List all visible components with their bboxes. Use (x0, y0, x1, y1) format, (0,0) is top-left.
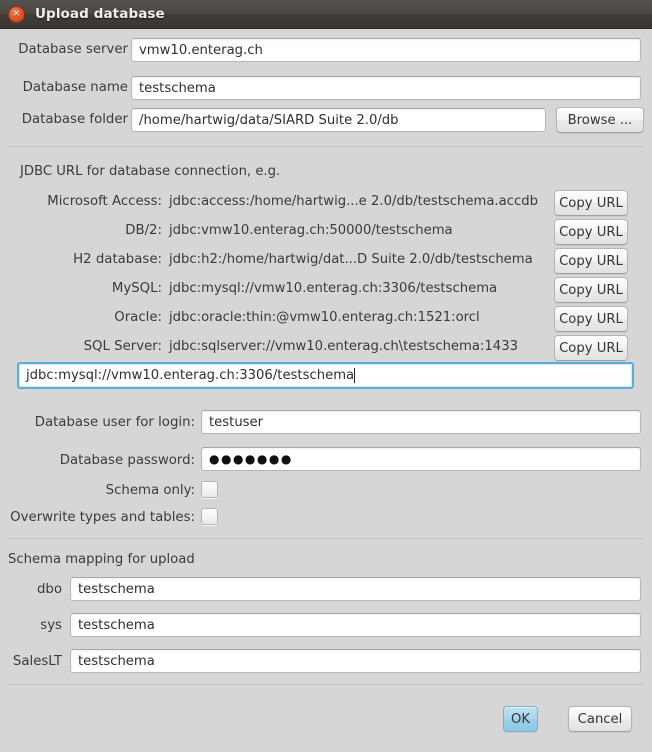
database-name-label: Database name (22, 80, 128, 95)
separator-actions (8, 684, 644, 685)
jdbc-label-mysql: MySQL: (111, 281, 162, 296)
separator-jdbc (8, 146, 644, 147)
copy-url-button-oracle[interactable]: Copy URL (554, 306, 628, 332)
jdbc-url-input-value: jdbc:mysql://vmw10.enterag.ch:3306/tests… (26, 368, 355, 383)
ok-button[interactable]: OK (503, 706, 538, 732)
jdbc-label-db2: DB/2: (125, 223, 162, 238)
text-caret (354, 368, 356, 383)
jdbc-url-mysql: jdbc:mysql://vmw10.enterag.ch:3306/tests… (169, 281, 498, 296)
schema-mapping-heading: Schema mapping for upload (8, 552, 195, 567)
copy-url-button-sqlserver[interactable]: Copy URL (554, 335, 628, 361)
title-bar: × Upload database (0, 0, 652, 29)
database-user-input[interactable]: testuser (201, 410, 641, 434)
jdbc-label-sqlserver: SQL Server: (83, 339, 162, 354)
database-password-label: Database password: (59, 453, 195, 468)
overwrite-types-checkbox[interactable] (201, 508, 218, 525)
overwrite-types-label: Overwrite types and tables: (10, 510, 195, 525)
database-user-label: Database user for login: (34, 415, 195, 430)
window-title: Upload database (35, 6, 165, 22)
cancel-button[interactable]: Cancel (568, 706, 632, 732)
schema-only-checkbox[interactable] (201, 481, 218, 498)
jdbc-section-heading: JDBC URL for database connection, e.g. (20, 164, 281, 179)
upload-database-dialog: × Upload database Database server vmw10.… (0, 0, 652, 752)
jdbc-url-db2: jdbc:vmw10.enterag.ch:50000/testschema (169, 223, 453, 238)
schema-only-label: Schema only: (105, 483, 195, 498)
copy-url-button-h2[interactable]: Copy URL (554, 248, 628, 274)
jdbc-label-h2: H2 database: (73, 252, 162, 267)
copy-url-button-access[interactable]: Copy URL (554, 190, 628, 216)
schema-label-saleslt: SalesLT (12, 654, 62, 669)
database-server-input[interactable]: vmw10.enterag.ch (131, 38, 641, 62)
schema-input-sys[interactable]: testschema (70, 613, 641, 637)
jdbc-url-access: jdbc:access:/home/hartwig...e 2.0/db/tes… (169, 194, 538, 209)
schema-input-saleslt[interactable]: testschema (70, 649, 641, 673)
database-folder-label: Database folder (21, 112, 128, 127)
schema-input-dbo[interactable]: testschema (70, 577, 641, 601)
database-server-label: Database server (18, 42, 128, 57)
jdbc-url-h2: jdbc:h2:/home/hartwig/dat...D Suite 2.0/… (169, 252, 533, 267)
close-glyph: × (12, 8, 21, 19)
database-password-input[interactable]: ●●●●●●● (201, 447, 641, 471)
jdbc-url-sqlserver: jdbc:sqlserver://vmw10.enterag.ch\testsc… (169, 339, 518, 354)
jdbc-url-oracle: jdbc:oracle:thin:@vmw10.enterag.ch:1521:… (169, 310, 480, 325)
separator-schema-mapping (8, 538, 644, 539)
close-icon[interactable]: × (8, 5, 25, 23)
password-mask: ●●●●●●● (209, 452, 293, 466)
schema-label-dbo: dbo (36, 582, 62, 597)
schema-label-sys: sys (40, 618, 62, 633)
copy-url-button-db2[interactable]: Copy URL (554, 219, 628, 245)
database-folder-input[interactable]: /home/hartwig/data/SIARD Suite 2.0/db (131, 108, 546, 132)
jdbc-label-access: Microsoft Access: (47, 194, 162, 209)
copy-url-button-mysql[interactable]: Copy URL (554, 277, 628, 303)
jdbc-url-input[interactable]: jdbc:mysql://vmw10.enterag.ch:3306/tests… (17, 362, 634, 389)
browse-button[interactable]: Browse ... (556, 107, 644, 133)
jdbc-label-oracle: Oracle: (114, 310, 162, 325)
database-name-input[interactable]: testschema (131, 76, 641, 100)
